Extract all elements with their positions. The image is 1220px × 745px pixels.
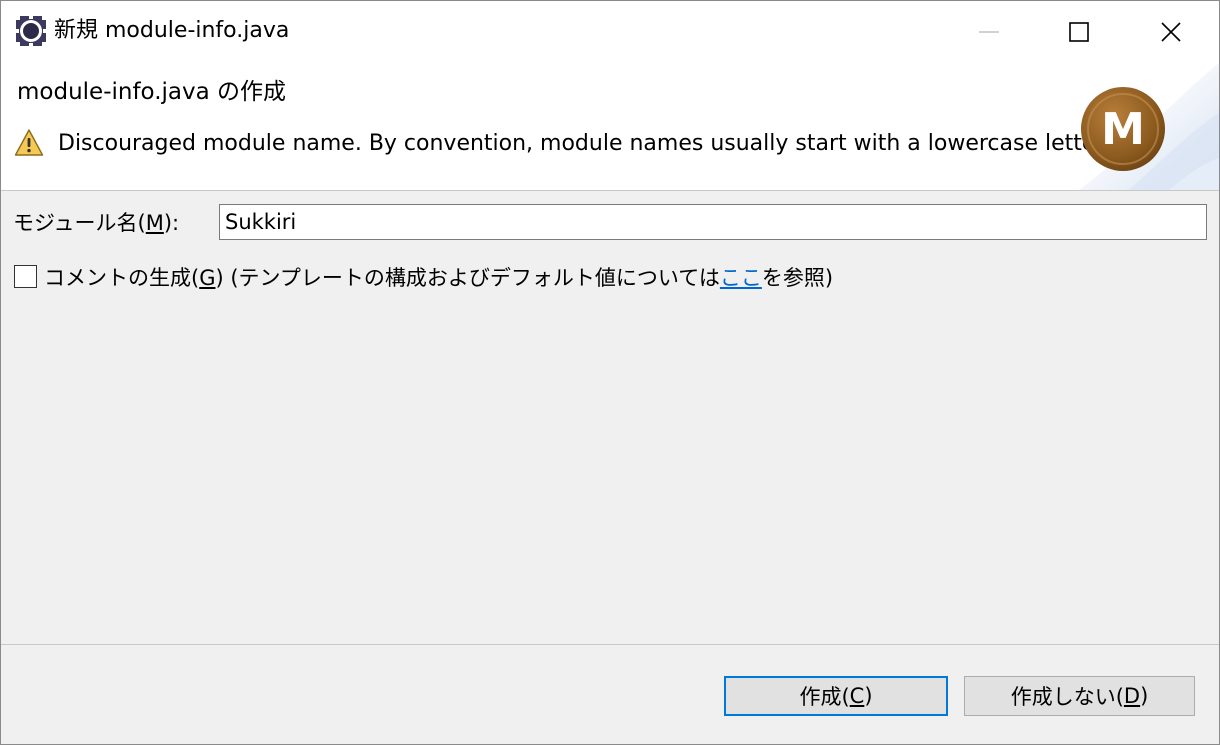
templates-link[interactable]: ここ bbox=[720, 266, 762, 290]
create-label-suffix: ) bbox=[864, 684, 873, 708]
dialog-window: 新規 module-info.java module-info.java の作成… bbox=[0, 0, 1220, 745]
module-label-mnemonic: M bbox=[145, 211, 164, 235]
close-icon bbox=[1161, 22, 1181, 42]
warning-triangle-icon bbox=[14, 129, 44, 156]
no-create-label-suffix: ) bbox=[1140, 684, 1149, 708]
footer-separator bbox=[1, 644, 1219, 645]
maximize-button[interactable] bbox=[1033, 1, 1125, 63]
no-create-label: 作成しない( bbox=[1010, 685, 1124, 709]
module-m-icon: M bbox=[1081, 87, 1165, 171]
banner-title: module-info.java の作成 bbox=[17, 79, 287, 105]
create-label: 作成( bbox=[799, 685, 850, 709]
do-not-create-button[interactable]: 作成しない(D) bbox=[964, 676, 1195, 716]
close-button[interactable] bbox=[1125, 1, 1217, 63]
minimize-icon bbox=[979, 31, 999, 33]
module-name-label: モジュール名(M): bbox=[13, 208, 179, 238]
no-create-mnemonic: D bbox=[1123, 684, 1141, 708]
module-name-input[interactable] bbox=[219, 204, 1207, 240]
minimize-button[interactable] bbox=[943, 1, 1035, 63]
comment-label-mnemonic: G bbox=[199, 266, 216, 290]
create-mnemonic: C bbox=[849, 684, 865, 708]
module-label-text: モジュール名( bbox=[13, 211, 146, 235]
title-bar[interactable]: 新規 module-info.java bbox=[1, 1, 1219, 63]
banner-separator bbox=[1, 190, 1219, 191]
generate-comment-label[interactable]: コメントの生成(G) (テンプレートの構成およびデフォルト値についてはここを参照… bbox=[44, 263, 833, 293]
logo-letter: M bbox=[1101, 104, 1145, 155]
window-title: 新規 module-info.java bbox=[54, 18, 290, 43]
module-label-suffix: ): bbox=[163, 211, 180, 235]
maximize-icon bbox=[1069, 22, 1089, 42]
generate-comment-checkbox[interactable] bbox=[14, 265, 37, 288]
warning-message: Discouraged module name. By convention, … bbox=[58, 131, 1105, 156]
eclipse-icon bbox=[16, 16, 46, 46]
comment-label-suffix: を参照) bbox=[761, 266, 834, 290]
comment-label-middle: ) (テンプレートの構成およびデフォルト値については bbox=[215, 266, 720, 290]
wizard-banner: module-info.java の作成 Discouraged module … bbox=[1, 63, 1219, 190]
comment-label-text: コメントの生成( bbox=[44, 266, 200, 290]
create-button[interactable]: 作成(C) bbox=[724, 676, 948, 716]
